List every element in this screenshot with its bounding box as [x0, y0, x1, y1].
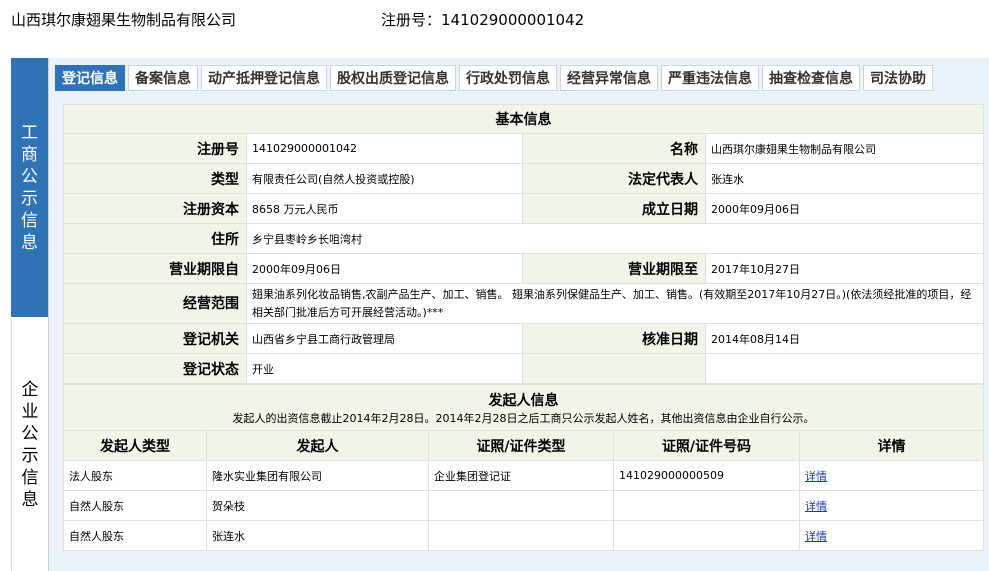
tab-filing-info[interactable]: 备案信息 — [128, 65, 198, 91]
sidebar-char: 公 — [21, 166, 38, 187]
cell-detail: 详情 — [798, 490, 985, 521]
sponsor-table: 发起人信息 发起人的出资信息截止2014年2月28日。2014年2月28日之后工… — [62, 384, 985, 551]
value-term-from: 2000年09月06日 — [246, 253, 523, 284]
reg-label: 注册号： — [381, 11, 442, 29]
value-capital: 8658 万元人民币 — [246, 193, 523, 224]
value-name: 山西琪尔康翅果生物制品有限公司 — [705, 133, 984, 164]
cell-sponsor: 贺朵枝 — [206, 490, 429, 521]
cell-cert-type: 企业集团登记证 — [428, 460, 614, 491]
value-address: 乡宁县枣岭乡长咀湾村 — [246, 223, 984, 254]
cell-detail: 详情 — [798, 460, 985, 491]
sidebar-char: 业 — [21, 402, 39, 422]
cell-cert-no: 141029000000509 — [613, 460, 800, 491]
cell-sponsor: 张连水 — [206, 520, 429, 551]
label-status: 登记状态 — [63, 353, 247, 384]
detail-link[interactable]: 详情 — [805, 500, 827, 513]
cell-type: 自然人股东 — [63, 520, 207, 551]
sidebar-char: 企 — [21, 380, 39, 400]
value-term-to: 2017年10月27日 — [705, 253, 984, 284]
tab-administrative-penalty[interactable]: 行政处罚信息 — [459, 65, 557, 91]
detail-link[interactable]: 详情 — [805, 470, 827, 483]
section-title-basic: 基本信息 — [63, 104, 984, 134]
sidebar: 工 商 公 示 信 息 企 业 公 示 信 息 — [11, 58, 49, 571]
cell-detail: 详情 — [798, 520, 985, 551]
tab-chattel-mortgage[interactable]: 动产抵押登记信息 — [201, 65, 327, 91]
tab-equity-pledge[interactable]: 股权出质登记信息 — [330, 65, 456, 91]
label-reg-no: 注册号 — [63, 133, 247, 164]
label-authority: 登记机关 — [63, 323, 247, 354]
basic-info-table: 基本信息 注册号 141029000001042 名称 山西琪尔康翅果生物制品有… — [63, 104, 984, 384]
value-legal-rep: 张连水 — [705, 163, 984, 194]
label-established: 成立日期 — [522, 193, 706, 224]
cell-type: 法人股东 — [63, 460, 207, 491]
label-type: 类型 — [63, 163, 247, 194]
sidebar-char: 公 — [21, 424, 39, 444]
cell-cert-type — [428, 490, 614, 521]
reg-value: 141029000001042 — [441, 11, 585, 29]
value-established: 2000年09月06日 — [705, 193, 984, 224]
cell-cert-type — [428, 520, 614, 551]
value-status: 开业 — [246, 353, 523, 384]
value-authority: 山西省乡宁县工商行政管理局 — [246, 323, 523, 354]
label-capital: 注册资本 — [63, 193, 247, 224]
sidebar-char: 工 — [21, 122, 38, 143]
tab-spot-check[interactable]: 抽查检查信息 — [762, 65, 860, 91]
sidebar-char: 示 — [21, 188, 38, 209]
label-term-to: 营业期限至 — [522, 253, 706, 284]
detail-link[interactable]: 详情 — [805, 530, 827, 543]
label-term-from: 营业期限自 — [63, 253, 247, 284]
col-header-sponsor: 发起人 — [206, 430, 429, 461]
tab-serious-violation[interactable]: 严重违法信息 — [661, 65, 759, 91]
sidebar-char: 息 — [21, 232, 38, 253]
label-address: 住所 — [63, 223, 247, 254]
tab-abnormal-operation[interactable]: 经营异常信息 — [560, 65, 658, 91]
label-scope: 经营范围 — [63, 283, 247, 324]
sidebar-item-enterprise-public[interactable]: 企 业 公 示 信 息 — [11, 319, 48, 571]
cell-sponsor: 隆水实业集团有限公司 — [206, 460, 429, 491]
value-scope: 翅果油系列化妆品销售,农副产品生产、加工、销售。 翅果油系列保健品生产、加工、销… — [246, 283, 984, 324]
label-legal-rep: 法定代表人 — [522, 163, 706, 194]
main-content: 登记信息 备案信息 动产抵押登记信息 股权出质登记信息 行政处罚信息 经营异常信… — [49, 58, 989, 571]
table-row: 法人股东 隆水实业集团有限公司 企业集团登记证 141029000000509 … — [63, 460, 985, 491]
section-title-sponsors: 发起人信息 发起人的出资信息截止2014年2月28日。2014年2月28日之后工… — [62, 384, 985, 431]
col-header-cert-no: 证照/证件号码 — [613, 430, 800, 461]
info-panel: 基本信息 注册号 141029000001042 名称 山西琪尔康翅果生物制品有… — [62, 104, 985, 551]
cell-type: 自然人股东 — [63, 490, 207, 521]
tab-judicial-assistance[interactable]: 司法协助 — [863, 65, 933, 91]
sponsors-note: 发起人的出资信息截止2014年2月28日。2014年2月28日之后工商只公示发起… — [232, 411, 815, 425]
cell-cert-no — [613, 490, 800, 521]
registration-number: 注册号：141029000001042 — [381, 8, 584, 32]
label-approval: 核准日期 — [522, 323, 706, 354]
cell-cert-no — [613, 520, 800, 551]
col-header-cert-type: 证照/证件类型 — [428, 430, 614, 461]
col-header-detail: 详情 — [798, 430, 985, 461]
sponsors-title: 发起人信息 — [488, 392, 559, 409]
table-row: 自然人股东 张连水 详情 — [63, 520, 985, 551]
label-empty — [522, 353, 706, 384]
sidebar-char: 示 — [21, 446, 39, 466]
value-reg-no: 141029000001042 — [246, 133, 523, 164]
sidebar-item-business-public[interactable]: 工 商 公 示 信 息 — [11, 58, 48, 317]
tab-registration-info[interactable]: 登记信息 — [55, 65, 125, 91]
sidebar-char: 息 — [21, 490, 39, 510]
sidebar-char: 信 — [21, 468, 39, 488]
table-row: 自然人股东 贺朵枝 详情 — [63, 490, 985, 521]
col-header-type: 发起人类型 — [63, 430, 207, 461]
page-header: 山西琪尔康翅果生物制品有限公司 注册号：141029000001042 — [11, 8, 971, 32]
value-type: 有限责任公司(自然人投资或控股) — [246, 163, 523, 194]
company-name: 山西琪尔康翅果生物制品有限公司 — [11, 11, 237, 29]
label-name: 名称 — [522, 133, 706, 164]
sidebar-char: 信 — [21, 210, 38, 231]
value-approval: 2014年08月14日 — [705, 323, 984, 354]
tab-bar: 登记信息 备案信息 动产抵押登记信息 股权出质登记信息 行政处罚信息 经营异常信… — [55, 65, 936, 91]
sidebar-char: 商 — [21, 144, 38, 165]
value-empty — [705, 353, 984, 384]
